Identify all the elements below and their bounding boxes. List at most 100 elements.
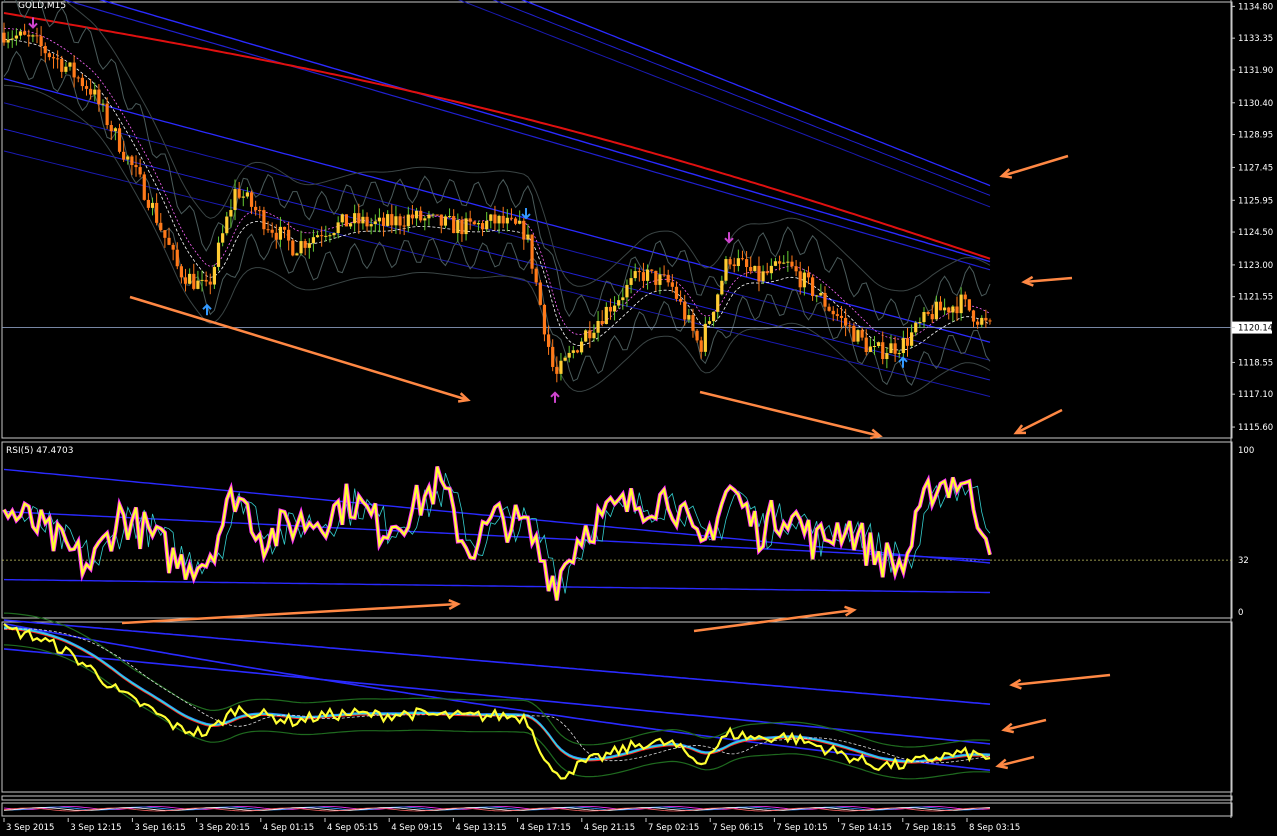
signal-arrows (28, 17, 908, 403)
candle-body (225, 216, 229, 234)
price-tick-label: 1121.55 (1238, 293, 1273, 303)
candle-body (765, 271, 769, 274)
candle-body (806, 272, 811, 278)
candle-body (468, 218, 472, 222)
candle-body (200, 279, 204, 281)
candle-body (592, 332, 596, 339)
candle-body (443, 216, 448, 226)
candle-body (258, 210, 262, 212)
time-tick-label: 8 Sep 03:15 (969, 823, 1020, 833)
candle-body (423, 218, 427, 221)
candle-body (493, 214, 497, 224)
candle-body (955, 306, 959, 314)
price-tick-label: 1127.45 (1238, 163, 1273, 173)
candle-body (406, 214, 410, 227)
candle-body (155, 202, 159, 223)
candle-body (402, 225, 406, 227)
candle-body (980, 317, 984, 325)
candle-body (427, 214, 431, 219)
candle-body (171, 244, 175, 250)
candle-body (196, 280, 200, 289)
rsi-panel (2, 466, 1231, 601)
candle-body (320, 235, 324, 237)
candle-body (130, 156, 134, 166)
candle-body (97, 89, 101, 105)
candle-body (720, 280, 724, 295)
moving-average-red (3, 12, 991, 260)
candle-body (167, 237, 171, 245)
candle-body (262, 210, 266, 230)
time-tick-label: 7 Sep 02:15 (648, 823, 699, 833)
candle-body (43, 46, 47, 54)
time-axis: 3 Sep 2015 3 Sep 12:15 3 Sep 16:15 3 Sep 20… (3, 818, 1020, 833)
candle-body (650, 269, 654, 271)
envelope-line (3, 102, 991, 361)
time-tick-label: 3 Sep 12:15 (70, 823, 121, 833)
candle-body (254, 206, 258, 211)
time-tick-label: 7 Sep 14:15 (841, 823, 892, 833)
panel-frame (1, 441, 1233, 619)
ind-cyan (3, 627, 991, 763)
candle-body (18, 31, 23, 36)
price-tick-label: 1125.95 (1238, 196, 1273, 206)
candle-body (134, 165, 138, 168)
candle-body (431, 214, 435, 216)
candle-body (353, 213, 357, 224)
candle-body (179, 266, 183, 278)
annotation-arrow (1011, 673, 1111, 687)
candle-body (699, 340, 703, 352)
candle-body (877, 342, 881, 346)
candle-body (522, 220, 526, 240)
candle-body (637, 271, 641, 273)
candle-body (625, 284, 629, 298)
candle-body (563, 357, 567, 361)
candle-body (68, 62, 72, 67)
candle-body (856, 330, 860, 342)
candle-body (769, 265, 773, 274)
candle-body (122, 151, 126, 160)
candle-body (381, 217, 386, 226)
candle-body (600, 321, 604, 325)
candle-body (93, 89, 97, 95)
candle-body (89, 88, 93, 95)
candle-body (266, 229, 270, 231)
candle-body (868, 346, 872, 353)
candle-body (183, 277, 188, 284)
candle-body (860, 330, 864, 338)
candle-body (188, 273, 192, 284)
candle-body (848, 325, 852, 327)
mini-strip-line (3, 807, 991, 811)
panel-frames (1, 0, 1233, 818)
annotation-arrow (693, 608, 855, 633)
candle-body (56, 58, 60, 60)
candle-body (959, 294, 963, 314)
candle-body (621, 297, 625, 301)
candle-body (456, 219, 460, 234)
candle-body (691, 315, 695, 331)
price-tick-label: 1131.90 (1238, 66, 1273, 76)
candle-body (303, 241, 307, 248)
ind-green-lower (3, 644, 991, 780)
candle-body (575, 350, 580, 353)
candles (2, 22, 992, 383)
annotation-arrow (129, 295, 469, 402)
candle-body (864, 337, 868, 353)
candle-body (126, 156, 130, 160)
candle-body (340, 214, 344, 223)
candle-body (790, 261, 794, 267)
candle-body (513, 218, 518, 224)
candle-body (344, 214, 349, 227)
candle-body (357, 213, 361, 224)
candle-body (802, 272, 806, 288)
candle-body (452, 216, 456, 234)
candle-body (910, 332, 914, 346)
candle-body (811, 277, 815, 297)
candle-body (777, 261, 782, 264)
candle-body (460, 219, 464, 235)
candle-body (881, 342, 885, 360)
candle-body (447, 216, 452, 218)
candle-body (2, 32, 6, 43)
candle-body (782, 262, 786, 264)
price-tick-label: 1115.60 (1238, 423, 1273, 433)
candle-body (282, 226, 287, 230)
